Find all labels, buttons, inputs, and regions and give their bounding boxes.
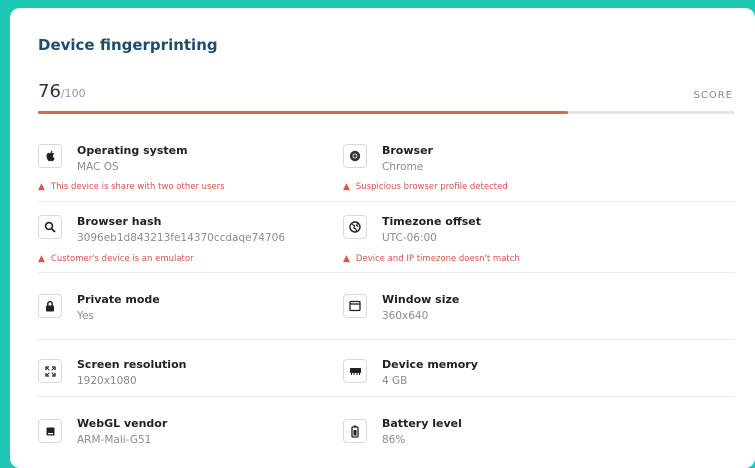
warning-text: Suspicious browser profile detected [355,182,508,192]
browser-hash-item: Browser hash 3096eb1d843213fe14370ccdaqe… [38,201,368,272]
item-value: 1920x1080 [77,375,137,387]
item-label: Timezone offset [382,215,482,228]
warning-text: Device and IP timezone doesn't match [355,254,520,264]
device-memory-item: Device memory 4 GB [343,339,673,396]
item-value: UTC-06:00 [382,232,437,244]
window-size-item: Window size 360x640 [343,272,673,339]
score-max: /100 [60,87,86,100]
expand-icon [38,359,62,383]
search-icon [38,215,62,239]
timezone-offset-item: Timezone offset UTC-06:00 ▲ Device and IP… [343,201,673,272]
device-fingerprinting-card: Device fingerprinting 76/100 SCORE Opera… [10,8,755,468]
item-label: Device memory [382,358,478,371]
webgl-vendor-item: WebGL vendor ARM-Mali-G51 [38,396,368,460]
item-label: Browser hash [77,215,162,228]
item-label: Window size [382,293,460,306]
window-icon [343,294,367,318]
score-progress-fill [38,111,568,114]
card-title: Device fingerprinting [38,36,218,54]
item-label: Screen resolution [77,358,187,371]
item-label: Operating system [77,144,188,157]
item-label: Browser [382,144,433,157]
browser-item: Browser Chrome ▲ Suspicious browser profi… [343,138,673,201]
screen-resolution-item: Screen resolution 1920x1080 [38,339,368,396]
operating-system-item: Operating system MAC OS ▲ This device is … [38,138,368,201]
warning-text: Customer's device is an emulator [50,254,194,264]
warning-message: ▲ Device and IP timezone doesn't match [343,254,520,264]
warning-message: ▲ Customer's device is an emulator [38,254,194,264]
fingerprint-row: Operating system MAC OS ▲ This device is … [38,138,735,202]
fingerprint-row: Private mode Yes Window size 360x640 [38,272,735,340]
globe-icon [343,215,367,239]
score-value: 76/100 [38,81,86,102]
warning-icon: ▲ [38,254,45,264]
warning-message: ▲ This device is share with two other use… [38,182,225,192]
memory-icon [343,359,367,383]
battery-icon [343,419,367,443]
private-mode-item: Private mode Yes [38,272,368,339]
item-value: 86% [382,434,406,446]
fingerprint-row: WebGL vendor ARM-Mali-G51 Battery level … [38,396,735,460]
warning-icon: ▲ [343,254,350,264]
item-label: Private mode [77,293,160,306]
item-value: 360x640 [382,310,429,322]
chrome-icon [343,144,367,168]
item-value: MAC OS [77,161,119,173]
warning-icon: ▲ [38,182,45,192]
fingerprint-row: Browser hash 3096eb1d843213fe14370ccdaqe… [38,201,735,273]
warning-message: ▲ Suspicious browser profile detected [343,182,508,192]
warning-text: This device is share with two other user… [50,182,225,192]
item-value: 4 GB [382,375,408,387]
warning-icon: ▲ [343,182,350,192]
score-progress-bar [38,111,735,114]
item-value: Chrome [382,161,424,173]
item-value: ARM-Mali-G51 [77,434,152,446]
score-number: 76 [38,81,61,102]
score-label: SCORE [693,90,733,101]
lock-icon [38,294,62,318]
battery-level-item: Battery level 86% [343,396,673,460]
item-label: WebGL vendor [77,417,168,430]
chip-icon [38,419,62,443]
item-value: Yes [77,310,94,322]
fingerprint-row: Screen resolution 1920x1080 Device memor… [38,339,735,397]
item-value: 3096eb1d843213fe14370ccdaqe74706 [77,232,286,244]
apple-icon [38,144,62,168]
item-label: Battery level [382,417,462,430]
